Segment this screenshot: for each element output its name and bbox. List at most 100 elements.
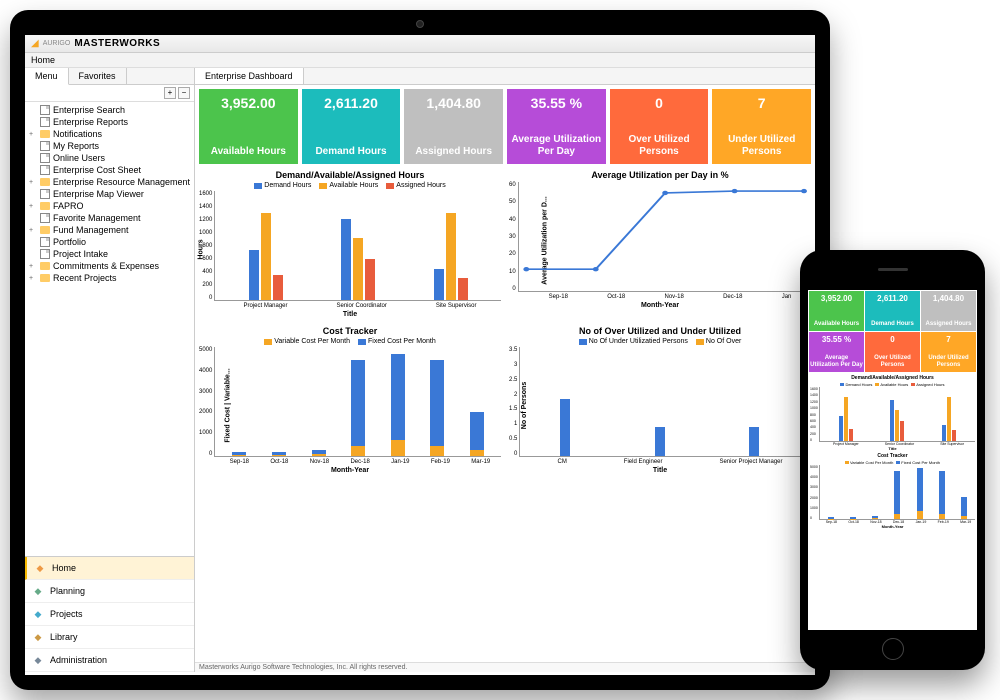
kpi-card[interactable]: 0Over Utilized Persons	[610, 89, 709, 164]
tree-item[interactable]: +Commitments & Expenses	[27, 260, 192, 272]
expand-icon[interactable]: +	[29, 263, 37, 270]
legend-swatch-icon	[845, 461, 849, 464]
legend-swatch-icon	[911, 383, 915, 386]
expand-icon[interactable]: +	[29, 179, 37, 186]
tab-enterprise-dashboard[interactable]: Enterprise Dashboard	[195, 68, 304, 84]
phone-kpi-card[interactable]: 1,404.80Assigned Hours	[921, 291, 976, 331]
phone-kpi-card[interactable]: 2,611.20Demand Hours	[865, 291, 920, 331]
tree-item[interactable]: Enterprise Search	[27, 104, 192, 116]
kpi-card[interactable]: 7Under Utilized Persons	[712, 89, 811, 164]
kpi-label: Average Utilization Per Day	[509, 134, 604, 158]
stacked-bar	[872, 516, 878, 519]
kpi-label: Assigned Hours	[406, 146, 501, 158]
sidebar-tabs: Menu Favorites	[25, 68, 194, 85]
bar-segment	[961, 497, 967, 516]
collapse-all-button[interactable]: −	[178, 87, 190, 99]
tree-item[interactable]: +Fund Management	[27, 224, 192, 236]
legend-swatch-icon	[875, 383, 879, 386]
tree-item[interactable]: +Notifications	[27, 128, 192, 140]
tree-item-label: Portfolio	[53, 237, 86, 247]
bar-segment	[351, 446, 365, 456]
tree-item[interactable]: +Recent Projects	[27, 272, 192, 284]
legend-item: Fixed Cost Per Month	[358, 338, 436, 345]
nav-item-planning[interactable]: ◆Planning	[25, 580, 194, 603]
kpi-label: Demand Hours	[304, 146, 399, 158]
phone-charts: Demand/Available/Assigned HoursDemand Ho…	[808, 375, 977, 529]
bar-group	[249, 213, 283, 301]
tree-item[interactable]: Enterprise Cost Sheet	[27, 164, 192, 176]
stacked-bar	[939, 471, 945, 519]
tree-item[interactable]: +FAPRO	[27, 200, 192, 212]
stacked-bar	[232, 452, 246, 456]
kpi-card[interactable]: 3,952.00Available Hours	[199, 89, 298, 164]
bar-group	[655, 427, 677, 456]
bar	[353, 238, 363, 301]
bar	[849, 429, 853, 442]
expand-icon[interactable]: +	[29, 131, 37, 138]
bar-segment	[939, 514, 945, 519]
bar-segment	[430, 446, 444, 456]
phone-kpi-card[interactable]: 3,952.00Available Hours	[809, 291, 864, 331]
x-axis-label: Title	[199, 311, 501, 318]
doc-icon	[40, 213, 50, 223]
sidebar: Menu Favorites + − Enterprise SearchEnte…	[25, 68, 195, 672]
kpi-card[interactable]: 2,611.20Demand Hours	[302, 89, 401, 164]
doc-icon	[40, 153, 50, 163]
tree-item[interactable]: Online Users	[27, 152, 192, 164]
stacked-bar	[961, 497, 967, 519]
kpi-card[interactable]: 35.55 %Average Utilization Per Day	[507, 89, 606, 164]
tablet-screen: ◢ AURIGO MASTERWORKS Home Menu Favorites…	[25, 35, 815, 675]
x-axis: Project ManagerSenior CoordinatorSite Su…	[219, 303, 501, 309]
y-axis: 3.532.521.510.50	[509, 347, 519, 457]
tree-item[interactable]: Enterprise Map Viewer	[27, 188, 192, 200]
nav-item-label: Home	[52, 563, 76, 573]
kpi-value: 2,611.20	[866, 294, 919, 303]
doc-icon	[40, 165, 50, 175]
chart-plot-area: 16001400120010008006004002000	[808, 387, 977, 442]
phone-kpi-card[interactable]: 0Over Utilized Persons	[865, 332, 920, 372]
nav-item-projects[interactable]: ◆Projects	[25, 603, 194, 626]
tree-item[interactable]: My Reports	[27, 140, 192, 152]
bar-segment	[939, 471, 945, 514]
planning-icon: ◆	[31, 584, 45, 598]
tab-favorites[interactable]: Favorites	[69, 68, 127, 84]
expand-all-button[interactable]: +	[164, 87, 176, 99]
chart-legend: No Of Under Utilizatied PersonsNo Of Ove…	[509, 338, 811, 345]
tree-item[interactable]: Favorite Management	[27, 212, 192, 224]
phone-home-button[interactable]	[882, 638, 904, 660]
phone-kpi-card[interactable]: 7Under Utilized Persons	[921, 332, 976, 372]
bar-segment	[828, 519, 834, 520]
y-axis: 16001400120010008006004002000	[810, 387, 819, 442]
phone-screen: 3,952.00Available Hours2,611.20Demand Ho…	[808, 290, 977, 630]
chart-demand/available/assigned-hours: Demand/Available/Assigned HoursDemand Ho…	[199, 170, 501, 318]
stacked-bar	[351, 360, 365, 456]
phone-kpi-card[interactable]: 35.55 %Average Utilization Per Day	[809, 332, 864, 372]
bar	[446, 213, 456, 301]
tree-item[interactable]: Project Intake	[27, 248, 192, 260]
chart-plot-area: 500040003000200010000	[808, 465, 977, 520]
legend-swatch-icon	[358, 339, 366, 345]
legend-item: Variable Cost Per Month	[264, 338, 350, 345]
nav-item-home[interactable]: ◆Home	[25, 557, 194, 580]
breadcrumb[interactable]: Home	[25, 53, 815, 68]
tree-item[interactable]: Portfolio	[27, 236, 192, 248]
nav-item-library[interactable]: ◆Library	[25, 626, 194, 649]
tab-menu[interactable]: Menu	[25, 68, 69, 85]
bar-segment	[894, 471, 900, 514]
tree-item[interactable]: +Enterprise Resource Management	[27, 176, 192, 188]
plot	[518, 182, 811, 292]
nav-item-administration[interactable]: ◆Administration	[25, 649, 194, 672]
tablet-camera-icon	[416, 20, 424, 28]
expand-icon[interactable]: +	[29, 227, 37, 234]
kpi-row: 3,952.00Available Hours2,611.20Demand Ho…	[199, 89, 811, 164]
charts-grid: Demand/Available/Assigned HoursDemand Ho…	[199, 170, 811, 474]
expand-icon[interactable]: +	[29, 275, 37, 282]
doc-icon	[40, 249, 50, 259]
doc-icon	[40, 105, 50, 115]
kpi-value: 0	[612, 95, 707, 111]
expand-icon[interactable]: +	[29, 203, 37, 210]
kpi-card[interactable]: 1,404.80 Assigned Hours	[404, 89, 503, 164]
kpi-value: 1,404.80	[406, 95, 501, 111]
tree-item[interactable]: Enterprise Reports	[27, 116, 192, 128]
kpi-label: Over Utilized Persons	[866, 355, 919, 369]
